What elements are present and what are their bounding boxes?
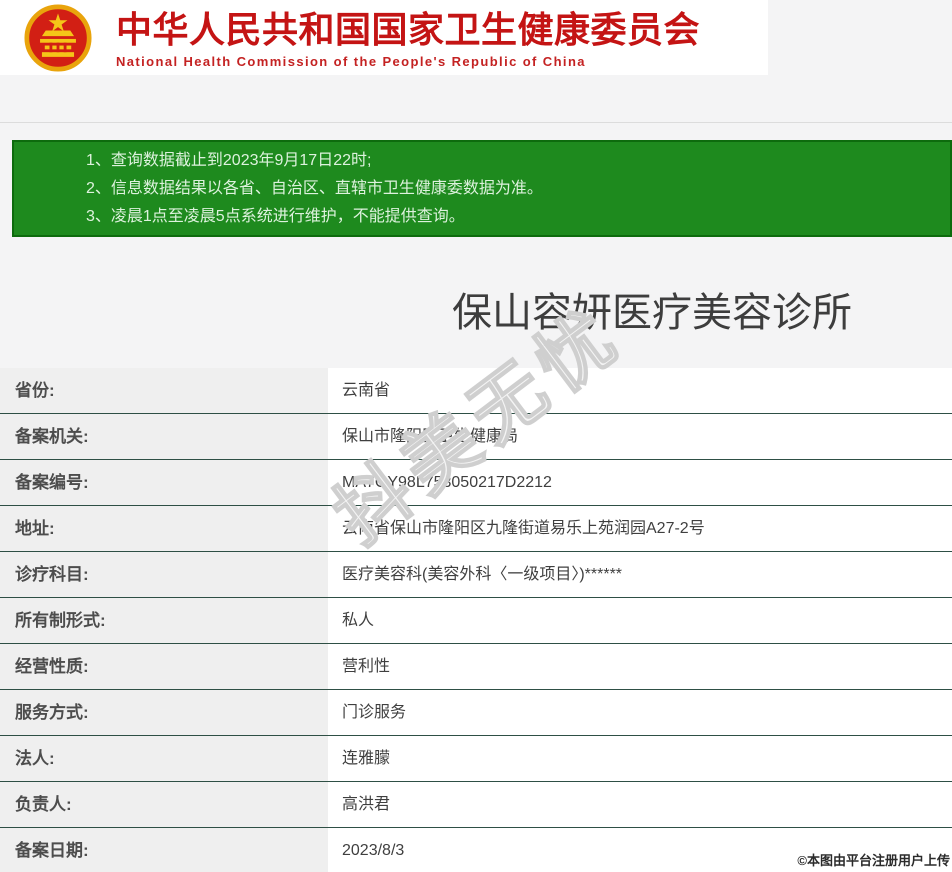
row-label: 省份:: [0, 368, 328, 413]
table-row: 经营性质: 营利性: [0, 644, 952, 690]
table-row: 服务方式: 门诊服务: [0, 690, 952, 736]
table-row: 法人: 连雅朦: [0, 736, 952, 782]
row-value: 门诊服务: [328, 690, 952, 735]
row-value: 私人: [328, 598, 952, 643]
row-label: 服务方式:: [0, 690, 328, 735]
row-value: 保山市隆阳区卫生健康局: [328, 414, 952, 459]
table-row: 省份: 云南省: [0, 368, 952, 414]
national-emblem-icon: [24, 4, 92, 72]
upload-credit-text: ©本图由平台注册用户上传: [797, 853, 950, 868]
table-row: 备案机关: 保山市隆阳区卫生健康局: [0, 414, 952, 460]
row-value: 医疗美容科(美容外科〈一级项目〉)******: [328, 552, 952, 597]
header-divider: [0, 122, 952, 123]
notice-line: 3、凌晨1点至凌晨5点系统进行维护，不能提供查询。: [86, 207, 465, 225]
row-value: 高洪君: [328, 782, 952, 827]
table-row: 诊疗科目: 医疗美容科(美容外科〈一级项目〉)******: [0, 552, 952, 598]
notice-line: 2、信息数据结果以各省、自治区、直辖市卫生健康委数据为准。: [86, 179, 543, 197]
page: 中华人民共和国国家卫生健康委员会 National Health Commiss…: [0, 0, 952, 872]
site-header: 中华人民共和国国家卫生健康委员会 National Health Commiss…: [0, 0, 768, 75]
row-label: 备案机关:: [0, 414, 328, 459]
table-row: 地址: 云南省保山市隆阳区九隆街道易乐上苑润园A27-2号: [0, 506, 952, 552]
record-table: 省份: 云南省 备案机关: 保山市隆阳区卫生健康局 备案编号: MA7GY98L…: [0, 368, 952, 872]
header-titles: 中华人民共和国国家卫生健康委员会 National Health Commiss…: [116, 8, 756, 69]
row-value: MA7GY98L753050217D2212: [328, 460, 952, 505]
table-row: 负责人: 高洪君: [0, 782, 952, 828]
row-label: 负责人:: [0, 782, 328, 827]
notice-box: 1、查询数据截止到2023年9月17日22时; 2、信息数据结果以各省、自治区、…: [12, 140, 952, 237]
row-label: 地址:: [0, 506, 328, 551]
table-row: 所有制形式: 私人: [0, 598, 952, 644]
row-label: 经营性质:: [0, 644, 328, 689]
row-value: 营利性: [328, 644, 952, 689]
site-title-english: National Health Commission of the People…: [116, 54, 586, 69]
notice-line: 1、查询数据截止到2023年9月17日22时;: [86, 151, 372, 169]
row-label: 法人:: [0, 736, 328, 781]
clinic-name-title: 保山容妍医疗美容诊所: [452, 291, 852, 335]
row-value: 连雅朦: [328, 736, 952, 781]
row-label: 诊疗科目:: [0, 552, 328, 597]
table-row: 备案编号: MA7GY98L753050217D2212: [0, 460, 952, 506]
row-value: 云南省: [328, 368, 952, 413]
row-label: 备案编号:: [0, 460, 328, 505]
row-value: 云南省保山市隆阳区九隆街道易乐上苑润园A27-2号: [328, 506, 952, 551]
row-label: 所有制形式:: [0, 598, 328, 643]
row-label: 备案日期:: [0, 828, 328, 872]
site-title-chinese: 中华人民共和国国家卫生健康委员会: [116, 9, 701, 50]
